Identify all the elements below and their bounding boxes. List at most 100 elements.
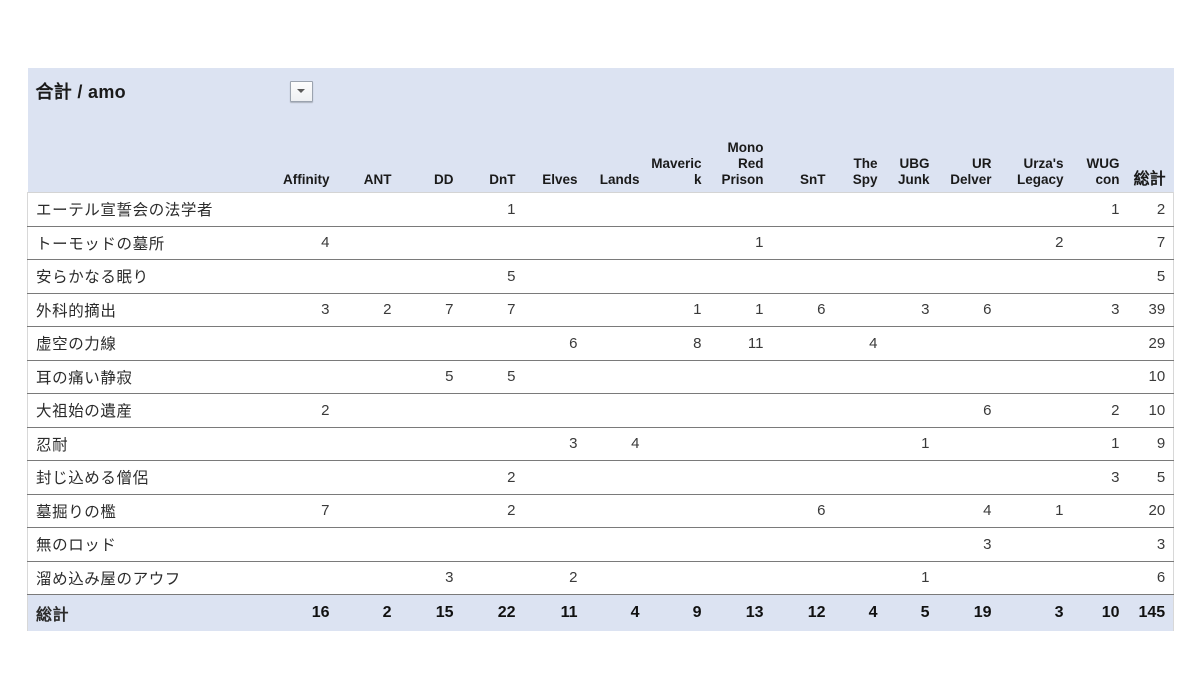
cell (335, 192, 398, 227)
cell (1069, 359, 1126, 394)
cell (883, 393, 936, 428)
cell (273, 259, 336, 294)
cell: 1 (1069, 192, 1126, 227)
cell (997, 393, 1070, 428)
cell: 4 (831, 326, 884, 361)
cell: 3 (397, 560, 460, 595)
cell (335, 527, 398, 562)
cell: 3 (1069, 460, 1126, 495)
cell-grand-total: 6 (1125, 560, 1175, 595)
row-label[interactable]: エーテル宣誓会の法学者 (27, 192, 274, 227)
cell-grand-total: 29 (1125, 326, 1175, 361)
cell: 4 (273, 225, 336, 260)
cell: 1 (1069, 426, 1126, 461)
row-label[interactable]: トーモッドの墓所 (27, 225, 274, 260)
row-label[interactable]: 耳の痛い静寂 (27, 359, 274, 394)
cell (645, 493, 708, 528)
row-label[interactable]: 封じ込める僧侶 (27, 460, 274, 495)
column-header-dd[interactable]: DD (397, 114, 460, 193)
row-label[interactable]: 無のロッド (27, 527, 274, 562)
cell (397, 326, 460, 361)
cell: 11 (707, 326, 770, 361)
column-header-grand-total[interactable]: 総計 (1125, 114, 1174, 193)
row-label[interactable]: 安らかなる眠り (27, 259, 274, 294)
cell (521, 493, 584, 528)
cell: 5 (459, 359, 522, 394)
cell (935, 225, 998, 260)
cell (831, 560, 884, 595)
table-row: 安らかなる眠り 5 5 (27, 259, 1175, 294)
cell (459, 326, 522, 361)
row-label[interactable]: 忍耐 (27, 426, 274, 461)
column-header-ant[interactable]: ANT (335, 114, 398, 193)
cell (707, 192, 770, 227)
cell (831, 292, 884, 327)
column-header-dnt[interactable]: DnT (459, 114, 522, 193)
column-header-mono-red-prison[interactable]: Mono Red Prison (707, 114, 770, 193)
grand-total-overall: 145 (1125, 594, 1175, 631)
column-header-elves[interactable]: Elves (521, 114, 584, 193)
cell (583, 527, 646, 562)
grand-total-cell: 11 (521, 594, 584, 631)
cell (883, 359, 936, 394)
cell (935, 259, 998, 294)
row-label[interactable]: 墓掘りの檻 (27, 493, 274, 528)
cell (397, 527, 460, 562)
cell (1069, 527, 1126, 562)
cell (521, 460, 584, 495)
cell (273, 460, 336, 495)
cell (769, 326, 832, 361)
row-label[interactable]: 溜め込み屋のアウフ (27, 560, 274, 595)
column-header-the-spy[interactable]: The Spy (831, 114, 884, 193)
cell: 1 (997, 493, 1070, 528)
pivot-table-container: 合計 / amo Affinity ANT DD DnT Elves Lands… (27, 68, 1175, 631)
column-header-snt[interactable]: SnT (769, 114, 832, 193)
cell (997, 259, 1070, 294)
cell (883, 192, 936, 227)
cell (273, 359, 336, 394)
row-label[interactable]: 虚空の力線 (27, 326, 274, 361)
cell (459, 560, 522, 595)
cell (273, 192, 336, 227)
cell-grand-total: 20 (1125, 493, 1175, 528)
cell: 4 (583, 426, 646, 461)
cell (707, 393, 770, 428)
cell (335, 560, 398, 595)
cell (935, 326, 998, 361)
column-header-ubg-junk[interactable]: UBG Junk (883, 114, 936, 193)
cell (273, 326, 336, 361)
table-row: 無のロッド 3 3 (27, 527, 1175, 562)
cell: 3 (1069, 292, 1126, 327)
cell (831, 527, 884, 562)
cell (583, 359, 646, 394)
grand-total-cell: 22 (459, 594, 522, 631)
row-label[interactable]: 外科的摘出 (27, 292, 274, 327)
table-row: 封じ込める僧侶 2 3 5 (27, 460, 1175, 495)
column-header-urzas-legacy[interactable]: Urza's Legacy (997, 114, 1070, 193)
column-header-affinity[interactable]: Affinity (273, 114, 336, 193)
cell (645, 527, 708, 562)
cell (935, 560, 998, 595)
cell (335, 359, 398, 394)
row-label[interactable]: 大祖始の遺産 (27, 393, 274, 428)
cell (831, 393, 884, 428)
cell (769, 225, 832, 260)
cell (935, 192, 998, 227)
column-header-wug-con[interactable]: WUG con (1069, 114, 1126, 193)
table-row: 虚空の力線 6 8 11 4 29 (27, 326, 1175, 361)
cell (397, 225, 460, 260)
cell (459, 426, 522, 461)
cell (521, 393, 584, 428)
cell: 2 (459, 493, 522, 528)
table-row: 大祖始の遺産 2 6 2 10 (27, 393, 1175, 428)
cell (769, 426, 832, 461)
column-header-lands[interactable]: Lands (583, 114, 646, 193)
cell (645, 560, 708, 595)
grand-total-cell: 4 (583, 594, 646, 631)
column-header-ur-delver[interactable]: UR Delver (935, 114, 998, 193)
column-header-maverick[interactable]: Maverick (645, 114, 708, 193)
grand-total-cell: 16 (273, 594, 336, 631)
cell (583, 326, 646, 361)
cell (997, 292, 1070, 327)
value-field-dropdown-button[interactable] (289, 80, 313, 102)
